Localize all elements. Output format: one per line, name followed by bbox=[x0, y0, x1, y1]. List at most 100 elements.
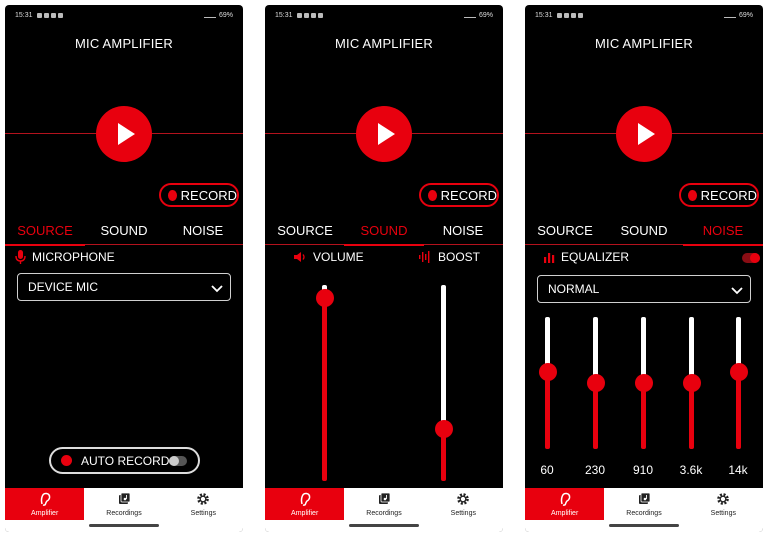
equalizer-preset-select[interactable]: NORMAL bbox=[537, 275, 751, 303]
eq-band-slider-60[interactable] bbox=[537, 317, 557, 449]
bottom-navigation: Amplifier Recordings Settings bbox=[265, 488, 503, 520]
ear-icon bbox=[40, 492, 50, 506]
nav-recordings[interactable]: Recordings bbox=[84, 488, 163, 520]
nav-recordings[interactable]: Recordings bbox=[344, 488, 423, 520]
slider-track-active bbox=[641, 383, 646, 449]
home-indicator[interactable] bbox=[609, 524, 679, 527]
app-title: MIC AMPLIFIER bbox=[75, 36, 173, 51]
nav-settings[interactable]: Settings bbox=[424, 488, 503, 520]
boost-slider[interactable] bbox=[433, 285, 453, 481]
tab-noise-label: NOISE bbox=[182, 223, 224, 238]
tab-bar: SOURCE SOUND NOISE bbox=[5, 217, 243, 246]
slider-thumb[interactable] bbox=[683, 374, 701, 392]
tab-sound-label: SOUND bbox=[100, 223, 148, 238]
tab-source[interactable]: SOURCE bbox=[525, 217, 605, 245]
play-button[interactable] bbox=[356, 106, 412, 162]
auto-record-label: AUTO RECORD bbox=[81, 453, 170, 468]
slider-thumb[interactable] bbox=[730, 363, 748, 381]
home-indicator[interactable] bbox=[349, 524, 419, 527]
equalizer-bands: 60 230 910 3.6k 14k bbox=[525, 5, 763, 488]
tab-indicator bbox=[5, 244, 85, 246]
equalizer-icon bbox=[544, 253, 555, 263]
nav-amplifier[interactable]: Amplifier bbox=[265, 488, 345, 520]
eq-band-slider-910[interactable] bbox=[633, 317, 653, 449]
record-button[interactable]: RECORD bbox=[159, 183, 239, 207]
play-button[interactable] bbox=[96, 106, 152, 162]
auto-record-switch[interactable] bbox=[169, 456, 187, 466]
tab-bar: SOURCE SOUND NOISE bbox=[525, 217, 763, 246]
eq-band-label: 14k bbox=[728, 463, 748, 477]
tab-sound[interactable]: SOUND bbox=[604, 217, 684, 245]
tab-sound[interactable]: SOUND bbox=[344, 217, 424, 246]
gear-icon bbox=[197, 493, 210, 505]
nav-amplifier[interactable]: Amplifier bbox=[525, 488, 605, 520]
slider-thumb[interactable] bbox=[635, 374, 653, 392]
equalizer-switch[interactable] bbox=[742, 253, 760, 263]
eq-band-label: 230 bbox=[584, 463, 606, 477]
tab-noise-label: NOISE bbox=[442, 223, 484, 238]
eq-band-slider-230[interactable] bbox=[585, 317, 605, 449]
record-dot-icon bbox=[428, 189, 437, 201]
status-right: 69% bbox=[203, 12, 233, 19]
play-icon bbox=[118, 123, 135, 145]
tab-noise[interactable]: NOISE bbox=[423, 217, 503, 245]
nav-settings[interactable]: Settings bbox=[164, 488, 243, 520]
microphone-label: MICROPHONE bbox=[32, 250, 115, 264]
volume-header: VOLUME bbox=[293, 250, 364, 264]
record-dot-icon bbox=[168, 189, 177, 201]
recordings-icon bbox=[118, 492, 131, 504]
equalizer-header: EQUALIZER bbox=[543, 250, 629, 264]
battery-percent: 69% bbox=[738, 11, 753, 19]
tab-source[interactable]: SOURCE bbox=[5, 217, 85, 246]
switch-knob bbox=[750, 253, 760, 263]
nav-recordings[interactable]: Recordings bbox=[604, 488, 683, 520]
recordings-icon bbox=[638, 492, 651, 504]
nav-settings-label: Settings bbox=[710, 510, 736, 517]
tab-source-label: SOURCE bbox=[537, 223, 593, 238]
tab-bar: SOURCE SOUND NOISE bbox=[265, 217, 503, 246]
nav-settings-label: Settings bbox=[450, 510, 476, 517]
tab-sound[interactable]: SOUND bbox=[84, 217, 164, 245]
tab-indicator bbox=[344, 244, 424, 246]
nav-amplifier[interactable]: Amplifier bbox=[5, 488, 85, 520]
tab-noise[interactable]: NOISE bbox=[683, 217, 763, 246]
equalizer-preset-value: NORMAL bbox=[548, 282, 600, 296]
signal-icon bbox=[203, 12, 216, 18]
microphone-select[interactable]: DEVICE MIC bbox=[17, 273, 231, 301]
status-right: 69% bbox=[463, 12, 493, 19]
tab-noise-label: NOISE bbox=[702, 223, 744, 238]
status-bar: 15:31 69% bbox=[525, 5, 763, 25]
slider-track-active bbox=[593, 383, 598, 449]
auto-record-toggle[interactable]: AUTO RECORD bbox=[49, 447, 200, 474]
record-button[interactable]: RECORD bbox=[419, 183, 499, 207]
home-indicator[interactable] bbox=[89, 524, 159, 527]
gesture-bar bbox=[5, 520, 243, 532]
speaker-icon bbox=[294, 252, 305, 262]
nav-recordings-label: Recordings bbox=[626, 510, 662, 517]
ear-icon bbox=[300, 492, 310, 506]
nav-settings[interactable]: Settings bbox=[684, 488, 763, 520]
notification-icons bbox=[36, 12, 63, 18]
slider-thumb[interactable] bbox=[435, 420, 453, 438]
bottom-navigation: Amplifier Recordings Settings bbox=[5, 488, 243, 520]
tab-sound-label: SOUND bbox=[360, 223, 408, 238]
slider-thumb[interactable] bbox=[539, 363, 557, 381]
gesture-bar bbox=[265, 520, 503, 532]
tab-source-label: SOURCE bbox=[277, 223, 333, 238]
gear-icon bbox=[717, 493, 730, 505]
eq-band-slider-3.6k[interactable] bbox=[681, 317, 701, 449]
status-time: 15:31 bbox=[535, 11, 553, 19]
play-button[interactable] bbox=[616, 106, 672, 162]
eq-band-slider-14k[interactable] bbox=[728, 317, 748, 449]
slider-thumb[interactable] bbox=[587, 374, 605, 392]
play-icon bbox=[378, 123, 395, 145]
tab-source[interactable]: SOURCE bbox=[265, 217, 345, 245]
record-dot-icon bbox=[688, 189, 697, 201]
record-button[interactable]: RECORD bbox=[679, 183, 759, 207]
slider-thumb[interactable] bbox=[316, 289, 334, 307]
notification-icons bbox=[556, 12, 583, 18]
status-bar: 15:31 69% bbox=[265, 5, 503, 25]
nav-settings-label: Settings bbox=[190, 510, 216, 517]
volume-slider[interactable] bbox=[314, 285, 334, 481]
tab-noise[interactable]: NOISE bbox=[163, 217, 243, 245]
